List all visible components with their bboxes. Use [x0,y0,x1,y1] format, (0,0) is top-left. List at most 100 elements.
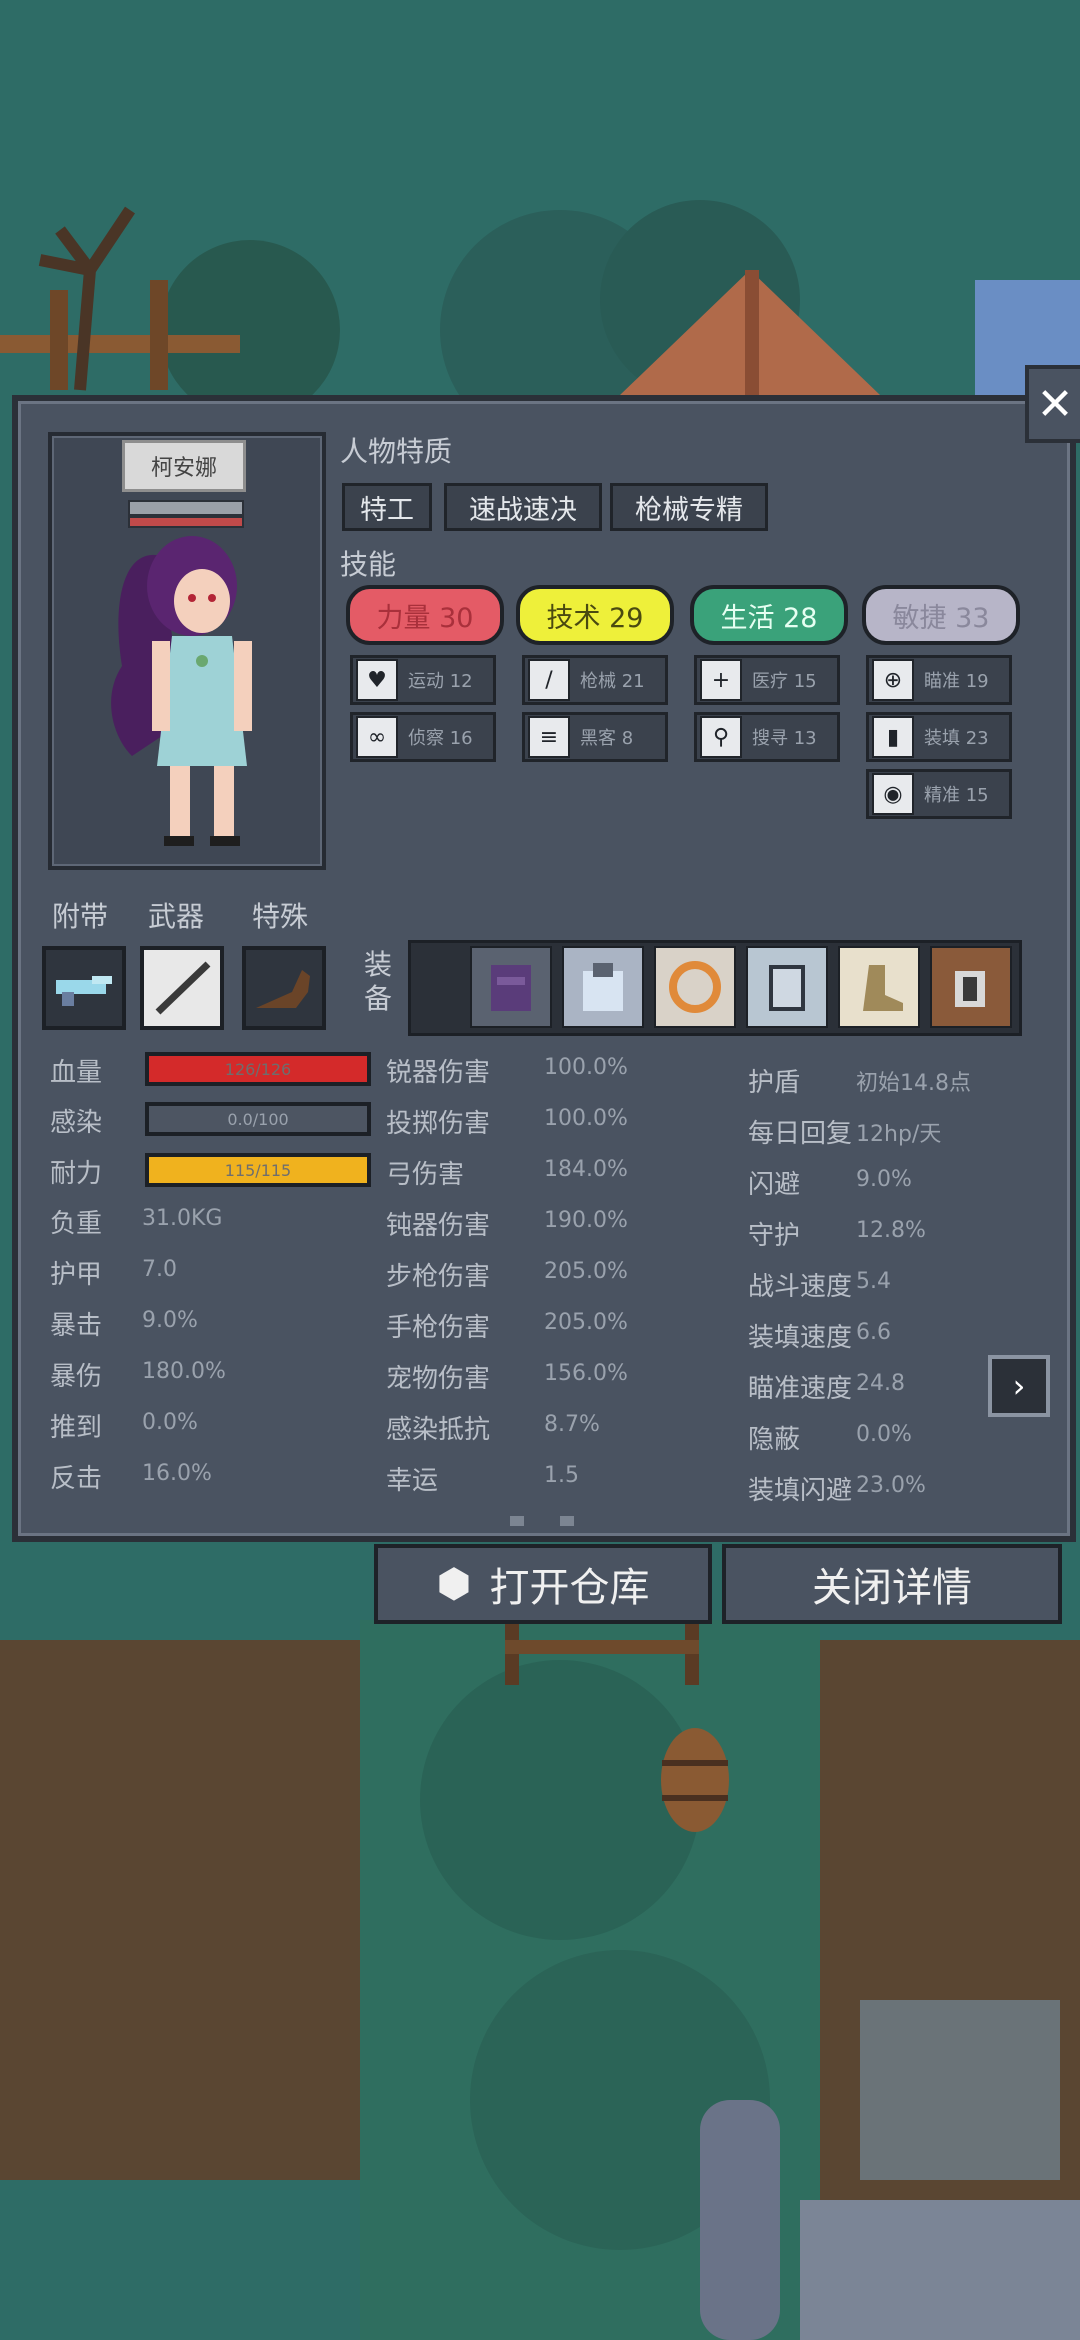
subskill-firearms[interactable]: / 枪械 21 [522,655,668,705]
special-slot[interactable] [242,946,326,1030]
close-details-label: 关闭详情 [812,1565,972,1611]
subskill-sports[interactable]: ♥ 运动 12 [350,655,496,705]
stat-value: 9.0% [856,1167,912,1192]
stat-name-stamina: 耐力 [50,1159,103,1189]
subskill-scout[interactable]: ∞ 侦察 16 [350,712,496,762]
equip-slot-ring[interactable] [654,946,736,1028]
close-details-button[interactable]: 关闭详情 [722,1544,1062,1624]
stat-name: 负重 [50,1209,103,1239]
open-storage-button[interactable]: ⬢ 打开仓库 [374,1544,712,1624]
eye-icon: ◉ [872,773,914,815]
subskill-aim[interactable]: ⊕ 瞄准 19 [866,655,1012,705]
skill-life[interactable]: 生活 28 [690,585,848,645]
stat-name: 钝器伤害 [386,1211,491,1241]
subskill-search[interactable]: ⚲ 搜寻 13 [694,712,840,762]
equip-slot-shirt[interactable] [562,946,644,1028]
goggles-icon: ∞ [356,716,398,758]
subskill-label: 搜寻 13 [752,728,817,749]
character-portrait-frame [48,432,326,870]
subskill-reload[interactable]: ▮ 装填 23 [866,712,1012,762]
stat-value: 9.0% [142,1308,198,1333]
equip-slot-item[interactable] [930,946,1012,1028]
weapon-label: 武器 [148,900,205,933]
stat-name: 暴击 [50,1311,103,1341]
stat-value: 23.0% [856,1473,926,1498]
stat-name: 锐器伤害 [386,1058,491,1088]
medkit-icon: + [700,659,742,701]
subskill-label: 装填 23 [924,728,989,749]
skills-title: 技能 [340,548,397,581]
stat-value: 5.4 [856,1269,891,1294]
subskill-hacker[interactable]: ≡ 黑客 8 [522,712,668,762]
portrait-health-bar [128,516,244,528]
equip-slot-book[interactable] [746,946,828,1028]
subskill-label: 精准 15 [924,785,989,806]
equip-slot-armor[interactable] [470,946,552,1028]
stat-name: 宠物伤害 [386,1364,491,1394]
skill-technique[interactable]: 技术 29 [516,585,674,645]
weapon-slot[interactable] [140,946,224,1030]
trait-quick-battle[interactable]: 速战速决 [444,483,602,531]
open-storage-label: 打开仓库 [489,1565,650,1611]
stat-name: 战斗速度 [748,1272,853,1302]
equip-slot-boots[interactable] [838,946,920,1028]
stat-value: 180.0% [142,1359,226,1384]
stat-value: 205.0% [544,1310,628,1335]
stat-name: 隐蔽 [748,1425,801,1455]
stat-value: 7.0 [142,1257,177,1282]
blaster-gun-icon [56,976,112,1006]
dog-pet-icon [256,970,310,1008]
stat-value: 12hp/天 [856,1122,942,1147]
stat-name: 守护 [748,1221,801,1251]
next-page-button[interactable]: › [988,1355,1050,1417]
portrait-status-bar [128,500,244,516]
subskill-precision[interactable]: ◉ 精准 15 [866,769,1012,819]
skill-agility[interactable]: 敏捷 33 [862,585,1020,645]
stat-name: 闪避 [748,1170,801,1200]
stat-value: 16.0% [142,1461,212,1486]
stat-name: 暴伤 [50,1362,103,1392]
traits-title: 人物特质 [340,435,453,468]
stat-value: 100.0% [544,1055,628,1080]
stat-value: 6.6 [856,1320,891,1345]
vest-icon [491,965,531,1011]
trait-gun-mastery[interactable]: 枪械专精 [610,483,768,531]
subskill-label: 黑客 8 [580,728,634,749]
circuit-icon: ≡ [528,716,570,758]
rifle-icon [155,961,211,1015]
stat-name: 弓伤害 [386,1160,465,1190]
stat-name: 推到 [50,1413,103,1443]
infection-bar: 0.0/100 [145,1102,371,1136]
stat-value: 1.5 [544,1463,579,1488]
magazine-item-icon [955,971,985,1007]
stat-name: 幸运 [386,1466,439,1496]
subskill-label: 枪械 21 [580,671,645,692]
heart-icon: ♥ [356,659,398,701]
special-label: 特殊 [252,900,309,933]
accessory-slot[interactable] [42,946,126,1030]
stamina-bar-text: 115/115 [224,1160,292,1180]
stamina-bar: 115/115 [145,1153,371,1187]
trait-agent[interactable]: 特工 [342,483,432,531]
stat-name: 装填速度 [748,1323,853,1353]
ring-icon [669,961,721,1013]
magnifier-icon: ⚲ [700,716,742,758]
health-bar: 126/126 [145,1052,371,1086]
stat-value: 12.8% [856,1218,926,1243]
stat-name: 投掷伤害 [386,1109,491,1139]
stat-value: 156.0% [544,1361,628,1386]
stat-value: 初始14.8点 [856,1071,971,1096]
subskill-medical[interactable]: + 医疗 15 [694,655,840,705]
close-button[interactable]: ✕ [1025,365,1080,443]
subskill-label: 侦察 16 [408,728,473,749]
skill-strength[interactable]: 力量 30 [346,585,504,645]
stat-value: 0.0% [856,1422,912,1447]
stat-name: 反击 [50,1464,103,1494]
subskill-label: 医疗 15 [752,671,817,692]
stat-name: 步枪伤害 [386,1262,491,1292]
stat-value: 100.0% [544,1106,628,1131]
book-icon [769,965,805,1011]
boxes-icon: ⬢ [436,1561,472,1607]
infection-bar-text: 0.0/100 [227,1109,289,1129]
stat-value: 205.0% [544,1259,628,1284]
